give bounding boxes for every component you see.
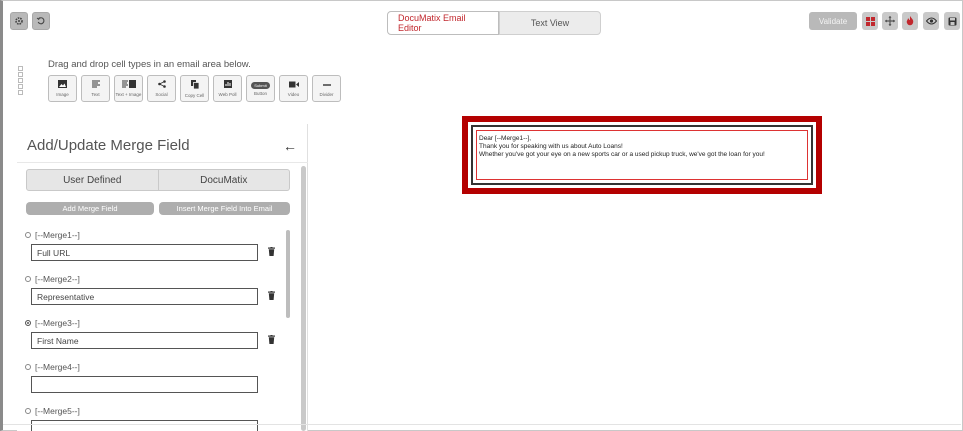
video-icon [288,80,299,90]
cell-type-toolbox: Image Text Text + Image Social Copy Cell… [48,75,341,102]
move-icon[interactable] [882,12,898,30]
panel-divider [17,162,308,163]
merge-radio[interactable] [25,364,31,370]
share-icon [157,80,166,90]
merge-field-panel: Add/Update Merge Field ← User Defined Do… [17,124,308,431]
merge-field-name: [--Merge2--] [35,274,80,284]
email-greeting: Dear [--Merge1--], [479,135,532,142]
trash-icon[interactable] [268,247,275,258]
tool-copy-cell[interactable]: Copy Cell [180,75,209,102]
trash-icon[interactable] [268,335,275,346]
tool-image[interactable]: Image [48,75,77,102]
add-merge-field-button[interactable]: Add Merge Field [26,202,154,215]
email-cell-selected[interactable]: Dear [--Merge1--], Thank you for speakin… [462,116,822,194]
tab-email-editor[interactable]: DocuMatix Email Editor [387,11,499,35]
tool-social[interactable]: Social [147,75,176,102]
history-icon[interactable] [32,12,50,30]
tool-button[interactable]: Submit Button [246,75,275,102]
list-item: [--Merge3--] First Name [25,316,297,360]
divider-icon [322,80,331,90]
email-text-cell[interactable]: Dear [--Merge1--], Thank you for speakin… [476,130,808,180]
tab-text-view[interactable]: Text View [499,11,601,35]
arrow-left-icon[interactable]: ← [283,138,297,154]
panel-title: Add/Update Merge Field [27,137,190,154]
merge-source-toggle: User Defined DocuMatix [26,169,290,191]
tool-text-image[interactable]: Text + Image [114,75,143,102]
grid-icon[interactable] [862,12,878,30]
tool-divider[interactable]: Divider [312,75,341,102]
fields-scrollbar[interactable] [286,230,290,318]
list-item: [--Merge4--] [25,360,297,404]
merge-field-name: [--Merge1--] [35,230,80,240]
list-item: [--Merge1--] Full URL [25,228,297,272]
tool-text[interactable]: Text [81,75,110,102]
text-icon [91,80,100,90]
merge-value-input[interactable] [31,420,258,431]
web-poll-icon [223,80,232,90]
top-toolbar: DocuMatix Email Editor Text View Validat… [3,0,961,46]
merge-radio[interactable] [25,276,31,282]
validate-button[interactable]: Validate [809,12,857,30]
panel-scrollbar[interactable] [301,166,306,431]
fire-icon[interactable] [902,12,918,30]
email-line: Whether you've got your eye on a new spo… [479,151,765,158]
merge-value-input[interactable] [31,376,258,393]
text-image-icon [121,80,136,90]
merge-radio-selected[interactable] [25,320,31,326]
list-item: [--Merge5--] [25,404,297,431]
button-icon: Submit [251,81,270,89]
merge-field-list: [--Merge1--] Full URL [--Merge2--] Repre… [25,228,297,431]
email-line: Thank you for speaking with us about Aut… [479,143,623,150]
copy-icon [190,79,199,91]
image-icon [58,80,67,90]
divider [3,424,961,425]
merge-radio[interactable] [25,232,31,238]
merge-radio[interactable] [25,408,31,414]
tool-video[interactable]: Video [279,75,308,102]
merge-value-input[interactable]: Representative [31,288,258,305]
tab-documatix[interactable]: DocuMatix [158,169,290,191]
merge-field-name: [--Merge4--] [35,362,80,372]
merge-field-name: [--Merge5--] [35,406,80,416]
tab-user-defined[interactable]: User Defined [26,169,159,191]
save-icon[interactable] [944,12,960,30]
merge-field-name: [--Merge3--] [35,318,80,328]
trash-icon[interactable] [268,291,275,302]
merge-value-input[interactable]: First Name [31,332,258,349]
view-tabs: DocuMatix Email Editor Text View [387,11,601,35]
gear-icon[interactable] [10,12,28,30]
insert-merge-field-button[interactable]: Insert Merge Field Into Email [159,202,290,215]
eye-icon[interactable] [923,12,939,30]
tool-web-poll[interactable]: Web Poll [213,75,242,102]
toolbox-drag-handle[interactable] [18,66,24,96]
merge-value-input[interactable]: Full URL [31,244,258,261]
list-item: [--Merge2--] Representative [25,272,297,316]
toolbox-instruction: Drag and drop cell types in an email are… [48,59,251,70]
